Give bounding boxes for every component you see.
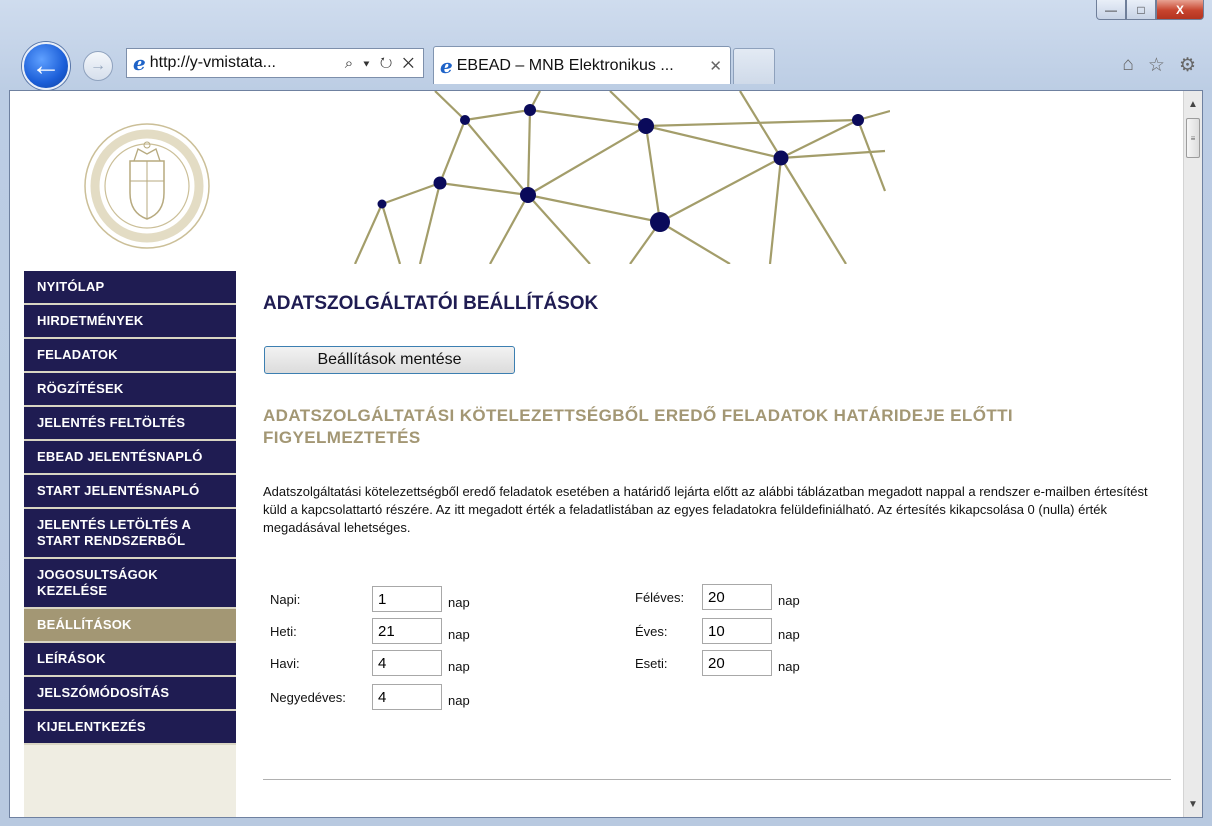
- toolbar-icons: ⌂ ☆ ⚙: [1122, 54, 1196, 77]
- section-title: ADATSZOLGÁLTATÁSI KÖTELEZETTSÉGBŐL EREDŐ…: [263, 406, 1014, 447]
- field-label: Negyedéves:: [270, 689, 346, 705]
- field-heti: Heti: nap: [270, 618, 470, 644]
- gear-icon[interactable]: ⚙: [1179, 54, 1196, 77]
- content-divider: [263, 779, 1171, 780]
- sidebar-item-feladatok[interactable]: FELADATOK: [24, 339, 236, 373]
- section-description: Adatszolgáltatási kötelezettségből eredő…: [263, 484, 1148, 535]
- unit-label: nap: [778, 592, 800, 608]
- unit-label: nap: [448, 692, 470, 708]
- new-tab-button[interactable]: [733, 48, 775, 84]
- sidebar-item-beallitasok[interactable]: BEÁLLÍTÁSOK: [24, 609, 236, 643]
- sidebar-nav: NYITÓLAP HIRDETMÉNYEK FELADATOK RÖGZÍTÉS…: [24, 271, 236, 817]
- maximize-button[interactable]: □: [1126, 0, 1156, 20]
- sidebar-item-jogosultsagok[interactable]: JOGOSULTSÁGOK KEZELÉSE: [24, 559, 236, 609]
- tab-ebead[interactable]: e EBEAD – MNB Elektronikus ... ✕: [433, 46, 731, 84]
- mnb-seal-logo: [84, 123, 210, 249]
- sidebar-item-jelentes-letoltes[interactable]: JELENTÉS LETÖLTÉS A START RENDSZERBŐL: [24, 509, 236, 559]
- sidebar-item-kijelentkezes[interactable]: KIJELENTKEZÉS: [24, 711, 236, 745]
- network-banner: [353, 91, 890, 264]
- scroll-down-icon[interactable]: ▼: [1184, 795, 1202, 813]
- field-napi: Napi: nap: [270, 586, 470, 612]
- field-label: Napi:: [270, 591, 301, 607]
- arrow-left-icon: ←: [31, 49, 61, 82]
- address-bar[interactable]: e http://y-vmistata... ⌕ ▾ ↻ ✕: [126, 48, 424, 78]
- field-label: Féléves:: [635, 589, 685, 605]
- heti-input[interactable]: [372, 618, 442, 644]
- eseti-input[interactable]: [702, 650, 772, 676]
- field-eseti: Eseti: nap: [635, 650, 800, 676]
- tab-close-icon[interactable]: ✕: [709, 57, 722, 75]
- page-title: ADATSZOLGÁLTATÓI BEÁLLÍTÁSOK: [263, 293, 599, 314]
- minimize-button[interactable]: —: [1096, 0, 1126, 20]
- sidebar-item-rogzitesek[interactable]: RÖGZÍTÉSEK: [24, 373, 236, 407]
- page-viewport: NYITÓLAP HIRDETMÉNYEK FELADATOK RÖGZÍTÉS…: [9, 90, 1203, 818]
- sidebar-item-start-jelentesnaplo[interactable]: START JELENTÉSNAPLÓ: [24, 475, 236, 509]
- field-label: Havi:: [270, 655, 300, 671]
- address-url[interactable]: http://y-vmistata...: [150, 54, 345, 72]
- tab-title: EBEAD – MNB Elektronikus ...: [456, 56, 674, 74]
- scroll-thumb[interactable]: ≡: [1186, 118, 1200, 158]
- feleves-input[interactable]: [702, 584, 772, 610]
- vertical-scrollbar[interactable]: ▲ ≡ ▼: [1183, 91, 1202, 817]
- field-label: Heti:: [270, 623, 297, 639]
- scroll-up-icon[interactable]: ▲: [1184, 95, 1202, 113]
- window-controls: — □ X: [1096, 0, 1204, 20]
- ie-logo-icon: e: [133, 51, 146, 75]
- star-icon[interactable]: ☆: [1148, 54, 1165, 77]
- unit-label: nap: [448, 626, 470, 642]
- field-label: Eseti:: [635, 655, 668, 671]
- sidebar-item-hirdetmenyek[interactable]: HIRDETMÉNYEK: [24, 305, 236, 339]
- eves-input[interactable]: [702, 618, 772, 644]
- field-negyedeves: Negyedéves: nap: [270, 684, 470, 710]
- field-eves: Éves: nap: [635, 618, 800, 644]
- unit-label: nap: [448, 658, 470, 674]
- home-icon[interactable]: ⌂: [1122, 54, 1133, 77]
- unit-label: nap: [778, 658, 800, 674]
- napi-input[interactable]: [372, 586, 442, 612]
- sidebar-item-jelszomodositas[interactable]: JELSZÓMÓDOSÍTÁS: [24, 677, 236, 711]
- sidebar-item-jelentes-feltoltes[interactable]: JELENTÉS FELTÖLTÉS: [24, 407, 236, 441]
- unit-label: nap: [778, 626, 800, 642]
- unit-label: nap: [448, 594, 470, 610]
- field-label: Éves:: [635, 623, 668, 639]
- forward-button[interactable]: →: [83, 51, 113, 81]
- browser-window: — □ X ← → e http://y-vmistata... ⌕ ▾ ↻ ✕…: [0, 0, 1212, 826]
- sidebar-item-ebead-jelentesnaplo[interactable]: EBEAD JELENTÉSNAPLÓ: [24, 441, 236, 475]
- address-tools[interactable]: ⌕ ▾ ↻ ✕: [345, 55, 423, 72]
- field-havi: Havi: nap: [270, 650, 470, 676]
- havi-input[interactable]: [372, 650, 442, 676]
- sidebar-item-nyitolap[interactable]: NYITÓLAP: [24, 271, 236, 305]
- sidebar-item-leirasok[interactable]: LEÍRÁSOK: [24, 643, 236, 677]
- arrow-right-icon: →: [90, 57, 106, 74]
- back-button[interactable]: ←: [22, 42, 70, 90]
- field-feleves: Féléves: nap: [635, 584, 800, 610]
- close-window-button[interactable]: X: [1156, 0, 1204, 20]
- save-settings-button[interactable]: Beállítások mentése: [264, 346, 515, 374]
- negyedeves-input[interactable]: [372, 684, 442, 710]
- ie-logo-icon: e: [440, 53, 453, 78]
